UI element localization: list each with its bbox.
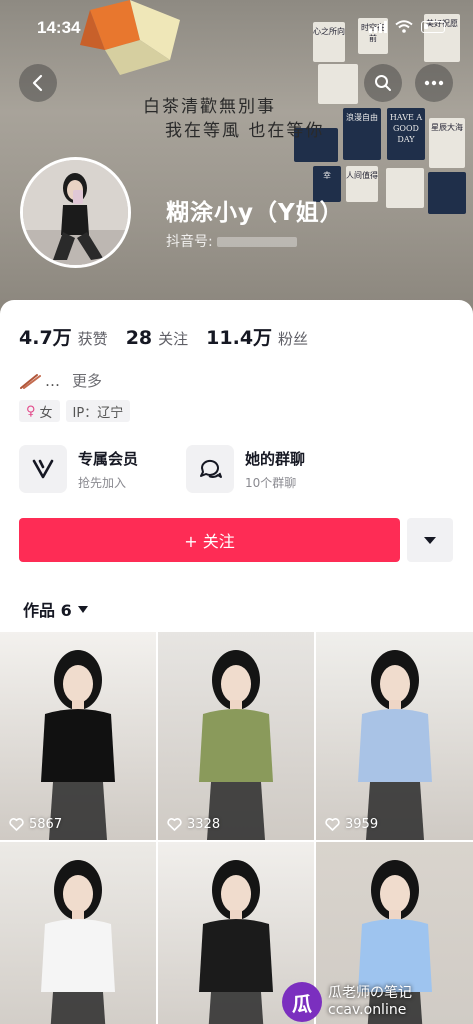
status-icons xyxy=(369,20,445,33)
video-likes: 5867 xyxy=(9,817,62,832)
origami-fox-decoration xyxy=(80,0,180,75)
profile-nickname: 糊涂小y（Y姐） xyxy=(166,200,344,226)
wall-card xyxy=(386,168,424,208)
gender-label: 女 xyxy=(39,405,53,421)
video-likes: 3959 xyxy=(325,817,378,832)
followers-label[interactable]: 粉丝 xyxy=(278,328,308,349)
exclusive-member-entry[interactable]: 专属会员 抢先加入 xyxy=(19,445,138,493)
group-chat-subtitle: 10个群聊 xyxy=(245,475,297,490)
heart-outline-icon xyxy=(9,818,24,831)
video-person-image xyxy=(199,860,273,1024)
wall-card: HAVE A GOOD DAY xyxy=(387,108,425,160)
group-chat-title: 她的群聊 xyxy=(245,449,306,468)
watermark: 瓜 瓜老师の笔记 ccav.online xyxy=(282,982,412,1022)
battery-icon xyxy=(421,20,445,33)
chopsticks-emoji-icon xyxy=(20,373,41,389)
avatar-photo xyxy=(23,160,128,265)
douyin-id-redacted xyxy=(216,237,297,247)
video-grid: 5867 3328 3959 xyxy=(0,632,473,1024)
heart-outline-icon xyxy=(167,818,182,831)
caret-down-icon xyxy=(77,605,88,613)
search-icon xyxy=(375,75,391,91)
ip-label: IP：辽宁 xyxy=(72,405,124,421)
video-thumbnail[interactable]: 3959 xyxy=(316,632,473,840)
watermark-line-2: ccav.online xyxy=(328,1002,407,1018)
more-actions-dropdown-button[interactable] xyxy=(407,518,453,562)
video-thumbnail[interactable]: 3328 xyxy=(158,632,314,840)
wall-poem-line-1: 白茶清歡無別事 xyxy=(143,97,276,117)
wifi-icon xyxy=(395,20,413,33)
video-thumbnail[interactable]: 5867 xyxy=(0,632,156,840)
ip-tag: IP：辽宁 xyxy=(65,400,131,422)
likes-label: 获赞 xyxy=(77,330,108,348)
video-person-image xyxy=(199,650,273,840)
video-likes: 3328 xyxy=(167,817,220,832)
tab-works[interactable]: 作品 6 xyxy=(23,597,88,621)
video-person-image xyxy=(41,650,115,840)
douyin-id: 抖音号: xyxy=(166,231,297,251)
heart-outline-icon xyxy=(325,818,340,831)
exclusive-member-title: 专属会员 xyxy=(78,449,139,468)
wall-card: 心之所向 xyxy=(313,22,345,62)
wall-card xyxy=(428,172,466,214)
tags-row: ♀ 女 IP：辽宁 xyxy=(19,400,131,422)
wall-poem-line-2: 我在等風 也在等你 xyxy=(165,121,325,141)
bio[interactable]: … 更多 xyxy=(19,370,102,391)
signal-icon xyxy=(369,20,387,33)
wall-card: 人间值得 xyxy=(346,166,378,202)
wall-card xyxy=(318,64,358,104)
gender-tag: ♀ 女 xyxy=(19,400,60,422)
status-time: 14:34 xyxy=(37,18,81,37)
following-label[interactable]: 关注 xyxy=(158,328,188,349)
more-options-button[interactable] xyxy=(415,64,453,102)
watermark-line-1: 瓜老师の笔记 xyxy=(328,985,412,1001)
video-likes-count: 5867 xyxy=(29,817,63,832)
back-button[interactable] xyxy=(19,64,57,102)
video-person-image xyxy=(41,860,115,1024)
follow-button[interactable]: + 关注 xyxy=(19,518,400,562)
followers-count[interactable]: 11.4万 xyxy=(206,323,272,350)
search-button[interactable] xyxy=(364,64,402,102)
exclusive-member-subtitle: 抢先加入 xyxy=(78,475,127,490)
wall-card: 浪漫自由 xyxy=(343,108,381,160)
chevron-left-icon xyxy=(32,74,43,92)
bio-more-link[interactable]: 更多 xyxy=(72,370,102,391)
bio-text: … xyxy=(45,371,60,390)
group-chat-entry[interactable]: 她的群聊 10个群聊 xyxy=(186,445,305,493)
likes-count: 4.7万 xyxy=(19,327,72,349)
video-likes-count: 3959 xyxy=(345,817,379,832)
douyin-id-label: 抖音号: xyxy=(166,234,213,250)
caret-down-icon xyxy=(424,536,436,544)
female-icon: ♀ xyxy=(26,403,36,419)
chat-bubble-icon xyxy=(186,445,234,493)
wall-card: 星辰大海 xyxy=(429,118,465,168)
video-likes-count: 3328 xyxy=(187,817,221,832)
v-member-icon xyxy=(19,445,67,493)
ellipsis-icon xyxy=(424,80,444,86)
following-count[interactable]: 28 xyxy=(126,327,152,349)
video-thumbnail[interactable] xyxy=(0,842,156,1024)
avatar[interactable] xyxy=(20,157,131,268)
profile-sheet: 4.7万 获赞 28 关注 11.4万 粉丝 … 更多 ♀ 女 IP：辽宁 专属… xyxy=(0,300,473,1024)
video-person-image xyxy=(357,650,432,840)
stats-row: 4.7万 获赞 28 关注 11.4万 粉丝 xyxy=(19,323,326,350)
works-tab-label: 作品 6 xyxy=(23,601,72,620)
watermark-logo: 瓜 xyxy=(282,982,322,1022)
